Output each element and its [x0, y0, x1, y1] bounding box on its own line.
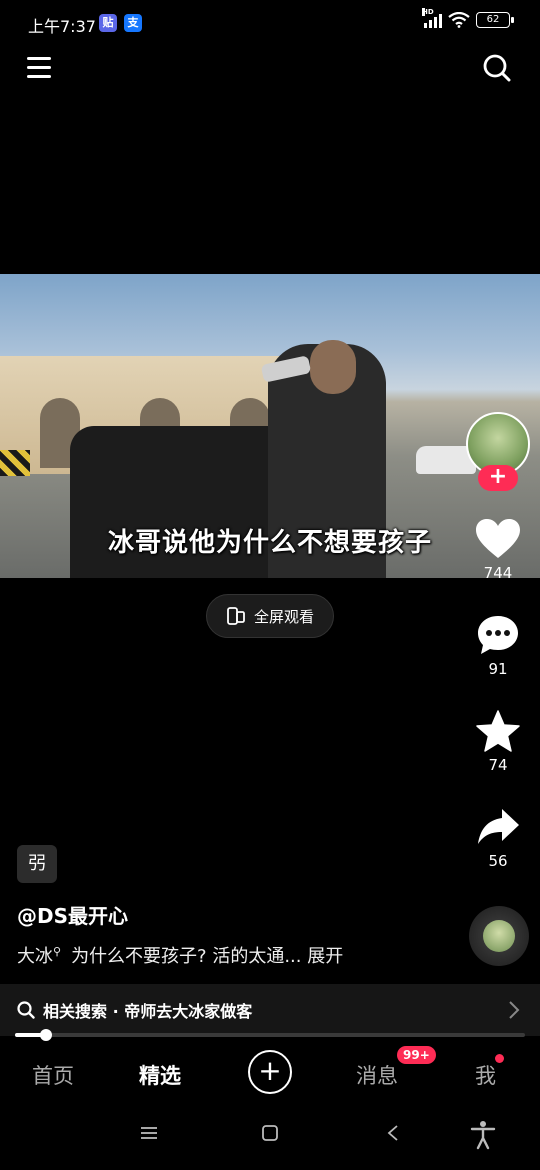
nav-featured[interactable]: 精选 [139, 1060, 181, 1090]
fullscreen-label: 全屏观看 [253, 607, 314, 626]
messages-badge: 99+ [397, 1046, 436, 1064]
expand-link[interactable]: 展开 [307, 946, 343, 967]
status-indicators: HD 62 [422, 8, 514, 28]
recent-apps-icon[interactable] [140, 1124, 158, 1142]
post-description: 大冰⚲ 为什么不要孩子? 活的太通... 展开 [17, 942, 343, 968]
top-bar [0, 48, 540, 88]
back-icon[interactable] [386, 1124, 400, 1142]
alipay-notification-icon: 支 [124, 14, 142, 32]
video-player[interactable]: 冰哥说他为什么不想要孩子 [0, 274, 540, 578]
share-button[interactable]: 56 [468, 806, 528, 870]
accessibility-icon[interactable] [470, 1120, 496, 1150]
favorite-count: 74 [488, 756, 508, 774]
cell-signal-icon: HD [422, 8, 442, 28]
description-text: 为什么不要孩子? 活的太通... [71, 946, 302, 967]
author-name[interactable]: @DS最开心 [17, 900, 128, 929]
search-icon[interactable] [482, 53, 512, 83]
nav-home[interactable]: 首页 [32, 1060, 74, 1090]
star-icon [476, 710, 520, 752]
share-icon [478, 809, 519, 844]
like-count: 744 [483, 564, 513, 582]
status-bar: 上午7:37 贴 支 HD 62 [0, 0, 540, 46]
comment-icon [478, 616, 518, 654]
menu-icon[interactable] [27, 57, 51, 79]
home-icon[interactable] [261, 1124, 279, 1142]
fullscreen-icon [227, 607, 245, 625]
search-icon [17, 1001, 35, 1019]
share-count: 56 [488, 852, 508, 870]
description-keyword-link[interactable]: 大冰 [17, 946, 53, 967]
status-time: 上午7:37 [28, 17, 96, 36]
app-notification-icon: 贴 [99, 14, 117, 32]
video-scene-head [310, 340, 356, 394]
video-progress-bar[interactable] [15, 1029, 525, 1041]
related-search-label: 相关搜索 · 帝师去大冰家做客 [43, 1002, 253, 1021]
plus-icon: + [258, 1054, 282, 1087]
hd-indicator: HD [422, 8, 434, 16]
video-scene-barrier [0, 450, 30, 476]
post-tag-chip[interactable]: 弜 [17, 845, 57, 883]
comment-count: 91 [488, 660, 508, 678]
me-notification-dot [495, 1054, 504, 1063]
fullscreen-button[interactable]: 全屏观看 [206, 594, 334, 638]
comment-button[interactable]: 91 [468, 614, 528, 678]
like-button[interactable]: 744 [468, 518, 528, 582]
chevron-right-icon [509, 1001, 520, 1019]
system-nav-bar [0, 1106, 540, 1170]
nav-me[interactable]: 我 [475, 1060, 496, 1090]
music-disc[interactable] [469, 906, 529, 966]
follow-button[interactable]: + [478, 465, 518, 491]
wifi-icon [448, 12, 470, 28]
keyword-search-icon: ⚲ [53, 945, 62, 958]
nav-messages[interactable]: 消息 [356, 1060, 398, 1090]
battery-indicator: 62 [476, 12, 514, 28]
related-search-bar[interactable]: 相关搜索 · 帝师去大冰家做客 [0, 984, 540, 1036]
favorite-button[interactable]: 74 [468, 710, 528, 774]
bottom-nav: 首页 精选 + 消息 99+ 我 [0, 1040, 540, 1106]
video-subtitle: 冰哥说他为什么不想要孩子 [107, 528, 432, 558]
heart-icon [476, 519, 520, 558]
create-button[interactable]: + [248, 1050, 292, 1094]
